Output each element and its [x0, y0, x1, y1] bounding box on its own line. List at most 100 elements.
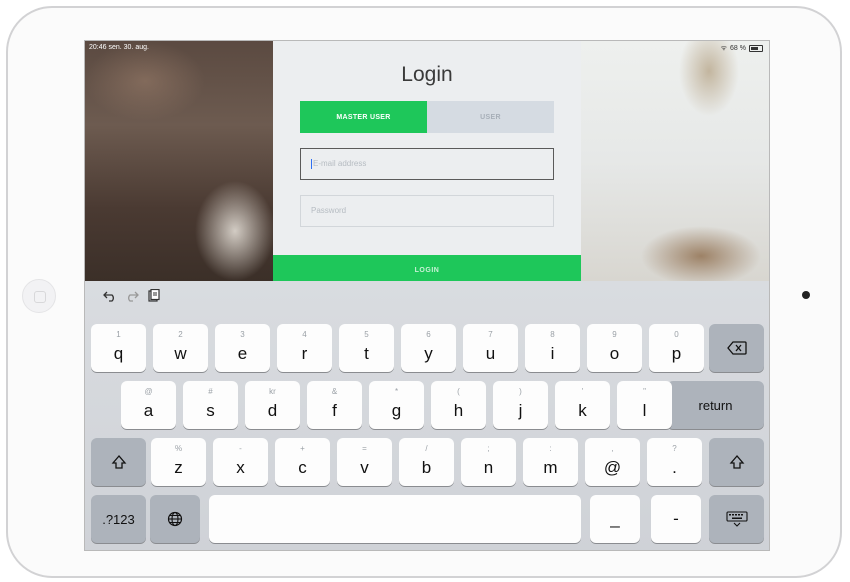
- key-o[interactable]: 9o: [587, 324, 642, 372]
- return-label: return: [698, 397, 733, 413]
- screen: 20:46 sen. 30. aug. ᯤ 68 % Login MASTER …: [84, 40, 770, 551]
- shift-key-left[interactable]: [91, 438, 146, 486]
- key-n[interactable]: ; n: [461, 438, 516, 486]
- backspace-icon: [709, 324, 764, 372]
- key-label: x: [236, 458, 245, 477]
- key-w[interactable]: 2w: [153, 324, 208, 372]
- key-hint: ): [519, 387, 522, 396]
- key-h[interactable]: (h: [431, 381, 486, 429]
- email-placeholder: E-mail address: [313, 159, 367, 168]
- key-hint: *: [394, 387, 399, 396]
- key-j[interactable]: ) j: [493, 381, 548, 429]
- home-button-square: [34, 291, 46, 303]
- numbers-key[interactable]: .?123: [91, 495, 146, 543]
- key-v[interactable]: = v: [337, 438, 392, 486]
- underscore-key[interactable]: _: [590, 495, 640, 543]
- key-hint: ": [643, 387, 646, 396]
- key-c[interactable]: + c: [275, 438, 330, 486]
- key-hint: 7: [488, 330, 493, 339]
- tab-user[interactable]: USER: [427, 101, 554, 133]
- underscore-label: _: [610, 509, 620, 528]
- key-label: o: [609, 344, 620, 363]
- key-s[interactable]: # s: [183, 381, 238, 429]
- key-hint: #: [208, 387, 213, 396]
- password-placeholder: Password: [311, 206, 347, 215]
- home-button[interactable]: [22, 279, 56, 313]
- redo-icon[interactable]: [125, 289, 139, 305]
- key-r[interactable]: 4r: [277, 324, 332, 372]
- front-camera: [802, 291, 810, 299]
- key-label: j: [518, 401, 523, 420]
- globe-key[interactable]: [150, 495, 200, 543]
- globe-icon: [150, 495, 200, 543]
- key-m[interactable]: :m: [523, 438, 578, 486]
- key-i[interactable]: 8i: [525, 324, 580, 372]
- space-key[interactable]: [209, 495, 581, 543]
- key-hint: 8: [550, 330, 555, 339]
- key-label: b: [421, 458, 432, 477]
- status-indicators: ᯤ 68 %: [721, 44, 763, 53]
- key-a[interactable]: @ a: [121, 381, 176, 429]
- key-label: z: [174, 458, 183, 477]
- key-b[interactable]: / b: [399, 438, 454, 486]
- hide-keyboard-key[interactable]: [709, 495, 764, 543]
- key-label: i: [550, 344, 555, 363]
- key-hint: ;: [487, 444, 490, 453]
- key-label: h: [453, 401, 464, 420]
- key-hint: 1: [116, 330, 121, 339]
- key-x[interactable]: -x: [213, 438, 268, 486]
- key-label: k: [578, 401, 587, 420]
- key-period[interactable]: ?.: [647, 438, 702, 486]
- key-label: a: [143, 401, 154, 420]
- backspace-key[interactable]: [709, 324, 764, 372]
- login-button[interactable]: LOGIN: [273, 255, 581, 281]
- key-hint: %: [174, 444, 183, 453]
- key-hint: ?: [672, 444, 677, 453]
- key-f[interactable]: & f: [307, 381, 362, 429]
- shift-key-right[interactable]: [709, 438, 764, 486]
- email-field[interactable]: E-mail address: [300, 148, 554, 180]
- key-label: g: [391, 401, 402, 420]
- key-label: n: [483, 458, 494, 477]
- wifi-icon: ᯤ: [720, 45, 728, 52]
- undo-icon[interactable]: [103, 289, 117, 305]
- dash-key[interactable]: -: [651, 495, 701, 543]
- key-t[interactable]: 5t: [339, 324, 394, 372]
- numbers-label: .?123: [102, 511, 135, 527]
- key-label: @: [603, 458, 622, 477]
- key-l[interactable]: " l: [617, 381, 672, 429]
- key-at[interactable]: , @: [585, 438, 640, 486]
- paste-icon[interactable]: [147, 288, 161, 306]
- return-key[interactable]: return: [667, 381, 764, 429]
- key-label: w: [174, 344, 187, 363]
- key-label: c: [298, 458, 307, 477]
- key-label: .: [672, 458, 677, 477]
- key-hint: +: [300, 444, 305, 453]
- battery-percent: 68 %: [730, 45, 746, 52]
- login-title: Login: [401, 63, 453, 86]
- key-label: p: [671, 344, 682, 363]
- key-label: y: [424, 344, 433, 363]
- key-d[interactable]: kr d: [245, 381, 300, 429]
- key-hint: 5: [364, 330, 369, 339]
- key-label: q: [113, 344, 124, 363]
- key-hint: -: [239, 444, 242, 453]
- password-field[interactable]: Password: [300, 195, 554, 227]
- key-g[interactable]: * g: [369, 381, 424, 429]
- background-photo-right: [581, 41, 769, 281]
- key-p[interactable]: 0p: [649, 324, 704, 372]
- key-u[interactable]: 7u: [463, 324, 518, 372]
- key-hint: kr: [269, 387, 276, 396]
- tab-master-user[interactable]: MASTER USER: [300, 101, 427, 133]
- key-k[interactable]: ' k: [555, 381, 610, 429]
- key-hint: =: [362, 444, 367, 453]
- text-caret: [311, 158, 312, 169]
- login-panel: Login MASTER USER USER E-mail address Pa…: [273, 41, 581, 281]
- shift-icon: [709, 438, 764, 486]
- key-label: v: [360, 458, 369, 477]
- key-y[interactable]: 6y: [401, 324, 456, 372]
- key-z[interactable]: % z: [151, 438, 206, 486]
- key-e[interactable]: 3e: [215, 324, 270, 372]
- background-photo-left: [85, 41, 273, 281]
- key-q[interactable]: 1q: [91, 324, 146, 372]
